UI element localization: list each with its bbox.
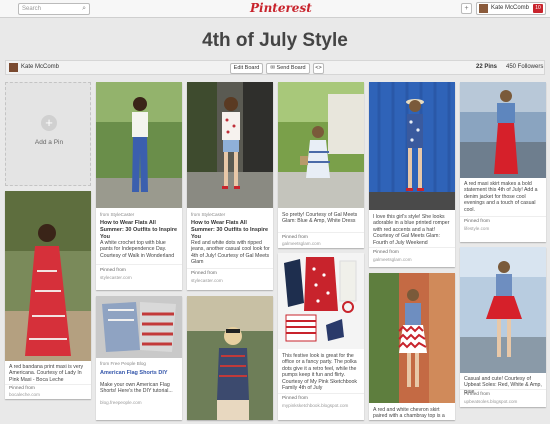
user-name: Kate McComb [491,5,530,11]
embed-button[interactable]: <> [313,63,324,74]
pin-card[interactable]: So pretty! Courtesy of Gal Meets Glam: B… [278,82,364,248]
pin-card[interactable]: from StyleCaster How to Wear Flats All S… [187,82,273,290]
pin-title[interactable]: How to Wear Flats All Summer: 30 Outfits… [100,220,179,240]
pin-image[interactable] [278,82,364,208]
divider [369,247,455,248]
divider [5,384,91,385]
pin-source-link[interactable]: galmeetsglam.com [282,241,321,246]
pinned-from-label: Pinned from [282,396,308,401]
pin-source-link[interactable]: upbeatsoles.blogspot.com [464,399,517,404]
pin-image[interactable] [369,273,455,403]
top-bar: Search ⌕ Pinterest + Kate McComb 10 [0,0,550,18]
pinned-from-label: Pinned from [100,268,126,273]
search-icon[interactable]: ⌕ [82,5,86,13]
pin-card[interactable]: from StyleCaster How to Wear Flats All S… [96,82,182,290]
pin-card[interactable]: from Free People Blog American Flag Shor… [96,296,182,420]
pinned-from-label: Pinned from [191,271,217,276]
pinned-from-label: Pinned from [464,392,490,397]
divider [460,389,546,390]
pin-image[interactable] [460,82,546,178]
pin-image[interactable] [369,82,455,210]
pin-image[interactable] [187,82,273,208]
send-board-button[interactable]: ✉ Send Board [266,63,310,74]
avatar [479,4,488,13]
add-pin-icon[interactable]: + [461,3,472,14]
pin-image[interactable] [5,191,91,361]
owner-name[interactable]: Kate McComb [21,64,59,70]
pin-image[interactable] [187,296,273,420]
pin-title[interactable]: American Flag Shorts DIY [100,370,179,377]
pin-title[interactable]: How to Wear Flats All Summer: 30 Outfits… [191,220,270,240]
pinned-from-label: Pinned from [282,235,308,240]
pin-source-link[interactable]: bocaleche.com [9,392,40,397]
pin-source-link[interactable]: mypinksketchbook.blogspot.com [282,403,348,408]
pin-source-link[interactable]: stylecaster.com [100,275,132,280]
pin-card[interactable]: A red bandana print maxi is very America… [5,191,91,399]
edit-board-button[interactable]: Edit Board [230,63,263,74]
pin-image[interactable] [278,253,364,349]
pin-description: I love this girl's style! She looks ador… [373,214,450,246]
pin-description: Red and white dots with ripped jeans, an… [191,240,270,266]
pin-image[interactable] [96,296,182,358]
pin-source-link[interactable]: lifestyle.com [464,226,489,231]
user-menu-button[interactable]: Kate McComb 10 [476,2,546,15]
pinned-from-label: Pinned from [9,386,35,391]
pins-count[interactable]: 22 Pins [476,64,497,70]
search-input[interactable]: Search ⌕ [18,3,90,15]
followers-count[interactable]: 450 Followers [506,64,543,70]
pin-description: So pretty! Courtesy of Gal Meets Glam: B… [282,212,358,225]
plus-icon: + [41,115,57,131]
pin-via[interactable]: from Free People Blog [100,361,146,366]
pin-card[interactable] [187,296,273,420]
pinned-from-label: Pinned from [373,250,399,255]
pin-card[interactable]: A red and white chevron skirt paired wit… [369,273,455,420]
board-title: 4th of July Style [202,30,348,51]
pin-card[interactable]: Casual and cute! Courtesy of Upbeat Sole… [460,247,546,407]
notification-badge[interactable]: 10 [533,4,543,13]
search-placeholder: Search [22,6,42,12]
pin-description: A red bandana print maxi is very America… [9,364,84,383]
pinterest-logo[interactable]: Pinterest [250,1,312,15]
board-bar: Kate McComb Edit Board ✉ Send Board <> 2… [5,60,545,75]
pin-via[interactable]: from StyleCaster [100,212,134,217]
pin-description: This festive look is great for the offic… [282,353,357,392]
pin-image[interactable] [460,247,546,373]
pin-source-link[interactable]: galmeetsglam.com [373,257,412,262]
pin-description: A white crochet top with blue pants for … [100,240,175,259]
divider [278,393,364,394]
pin-source-link[interactable]: blog.freepeople.com [100,400,142,405]
divider [278,232,364,233]
pin-description: A red and white chevron skirt paired wit… [373,407,445,420]
owner-avatar[interactable] [9,63,18,72]
pinned-from-label: Pinned from [464,219,490,224]
send-board-label: Send Board [276,65,306,71]
pin-image[interactable] [96,82,182,208]
divider [187,268,273,269]
add-pin-label: Add a Pin [34,139,64,146]
divider [460,216,546,217]
pin-via[interactable]: from StyleCaster [191,212,225,217]
pin-card[interactable]: A red maxi skirt makes a bold statement … [460,82,546,242]
pin-description: Make your own American Flag Shorts! Here… [100,382,173,395]
pin-source-link[interactable]: stylecaster.com [191,278,223,283]
add-pin-card[interactable]: + Add a Pin [5,82,91,186]
pin-card[interactable]: This festive look is great for the offic… [278,253,364,420]
pin-description: A red maxi skirt makes a bold statement … [464,181,538,213]
pin-card[interactable]: I love this girl's style! She looks ador… [369,82,455,267]
divider [96,264,182,265]
